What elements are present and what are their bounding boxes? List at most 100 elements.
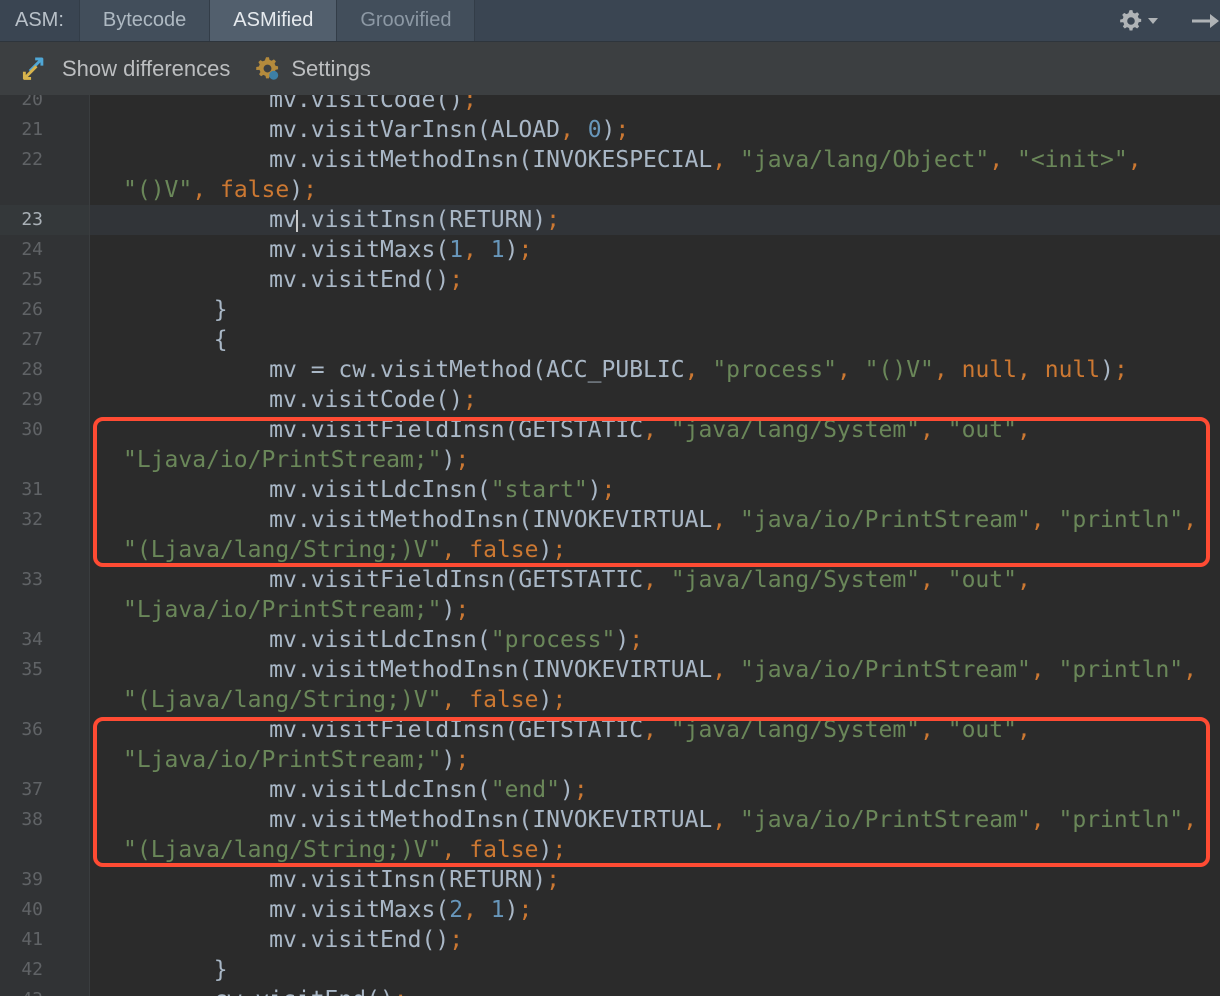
code-row: "Ljava/io/PrintStream;"); [0, 595, 1220, 625]
code-row: 30 mv.visitFieldInsn(GETSTATIC, "java/la… [0, 415, 1220, 445]
tool-window-header: ASM: BytecodeASMifiedGroovified [0, 0, 1220, 42]
code-row: "()V", false); [0, 175, 1220, 205]
line-number: 34 [0, 625, 90, 655]
code-line[interactable]: } [90, 955, 1220, 985]
code-row: 21 mv.visitVarInsn(ALOAD, 0); [0, 115, 1220, 145]
code-line[interactable]: mv.visitFieldInsn(GETSTATIC, "java/lang/… [90, 415, 1220, 445]
code-row: 32 mv.visitMethodInsn(INVOKEVIRTUAL, "ja… [0, 505, 1220, 535]
code-line[interactable]: mv.visitFieldInsn(GETSTATIC, "java/lang/… [90, 715, 1220, 745]
line-number [0, 175, 90, 205]
code-line[interactable]: mv.visitFieldInsn(GETSTATIC, "java/lang/… [90, 565, 1220, 595]
code-row: 31 mv.visitLdcInsn("start"); [0, 475, 1220, 505]
code-row: 23 mv.visitInsn(RETURN); [0, 205, 1220, 235]
line-number: 23 [0, 205, 90, 235]
code-line[interactable]: mv.visitLdcInsn("process"); [90, 625, 1220, 655]
line-number: 37 [0, 775, 90, 805]
code-line[interactable]: mv.visitLdcInsn("start"); [90, 475, 1220, 505]
code-line[interactable]: mv = cw.visitMethod(ACC_PUBLIC, "process… [90, 355, 1220, 385]
code-line[interactable]: "Ljava/io/PrintStream;"); [90, 445, 1220, 475]
line-number: 35 [0, 655, 90, 685]
code-row: 43 cw.visitEnd(); [0, 985, 1220, 996]
code-line[interactable]: cw.visitEnd(); [90, 985, 1220, 996]
code-row: 38 mv.visitMethodInsn(INVOKEVIRTUAL, "ja… [0, 805, 1220, 835]
line-number: 31 [0, 475, 90, 505]
code-line[interactable]: mv.visitInsn(RETURN); [90, 865, 1220, 895]
code-line[interactable]: mv.visitMethodInsn(INVOKESPECIAL, "java/… [90, 145, 1220, 175]
code-line[interactable]: mv.visitMethodInsn(INVOKEVIRTUAL, "java/… [90, 805, 1220, 835]
line-number: 41 [0, 925, 90, 955]
diff-icon: ↗↙ [18, 54, 52, 84]
line-number [0, 745, 90, 775]
code-row: 24 mv.visitMaxs(1, 1); [0, 235, 1220, 265]
line-number [0, 835, 90, 865]
code-row: 34 mv.visitLdcInsn("process"); [0, 625, 1220, 655]
line-number: 40 [0, 895, 90, 925]
code-line[interactable]: mv.visitMethodInsn(INVOKEVIRTUAL, "java/… [90, 655, 1220, 685]
code-line[interactable]: mv.visitLdcInsn("end"); [90, 775, 1220, 805]
code-row: 39 mv.visitInsn(RETURN); [0, 865, 1220, 895]
code-row: "Ljava/io/PrintStream;"); [0, 745, 1220, 775]
code-row: 22 mv.visitMethodInsn(INVOKESPECIAL, "ja… [0, 145, 1220, 175]
code-line[interactable]: mv.visitMethodInsn(INVOKEVIRTUAL, "java/… [90, 505, 1220, 535]
code-line[interactable]: mv.visitVarInsn(ALOAD, 0); [90, 115, 1220, 145]
hide-panel-button[interactable] [1190, 8, 1220, 39]
show-differences-label: Show differences [62, 56, 230, 82]
line-number: 22 [0, 145, 90, 175]
code-line[interactable]: mv.visitEnd(); [90, 265, 1220, 295]
editor[interactable]: 20 mv.visitCode();21 mv.visitVarInsn(ALO… [0, 95, 1220, 996]
line-number: 26 [0, 295, 90, 325]
tool-window-title: ASM: [0, 0, 79, 41]
tab-groovified[interactable]: Groovified [336, 0, 475, 41]
code-row: 37 mv.visitLdcInsn("end"); [0, 775, 1220, 805]
code-line[interactable]: "(Ljava/lang/String;)V", false); [90, 685, 1220, 715]
code-line[interactable]: mv.visitMaxs(2, 1); [90, 895, 1220, 925]
code-line[interactable]: "Ljava/io/PrintStream;"); [90, 745, 1220, 775]
line-number: 30 [0, 415, 90, 445]
line-number [0, 685, 90, 715]
code-row: 25 mv.visitEnd(); [0, 265, 1220, 295]
code-line[interactable]: mv.visitMaxs(1, 1); [90, 235, 1220, 265]
code-line[interactable]: mv.visitCode(); [90, 385, 1220, 415]
code-line[interactable]: mv.visitCode(); [90, 95, 1220, 115]
settings-button[interactable]: Settings [254, 55, 371, 82]
code-row: 27 { [0, 325, 1220, 355]
chevron-down-icon [1148, 18, 1158, 24]
code-row: 20 mv.visitCode(); [0, 95, 1220, 115]
code-row: 28 mv = cw.visitMethod(ACC_PUBLIC, "proc… [0, 355, 1220, 385]
code-line[interactable]: "(Ljava/lang/String;)V", false); [90, 535, 1220, 565]
code-row: 42 } [0, 955, 1220, 985]
tab-bytecode[interactable]: Bytecode [79, 0, 209, 41]
line-number: 24 [0, 235, 90, 265]
gear-icon [1118, 8, 1144, 34]
line-number: 29 [0, 385, 90, 415]
show-differences-button[interactable]: ↗↙ Show differences [18, 54, 230, 84]
gear-button[interactable] [1118, 8, 1158, 34]
code-row: "(Ljava/lang/String;)V", false); [0, 535, 1220, 565]
code-row: 26 } [0, 295, 1220, 325]
line-number: 25 [0, 265, 90, 295]
code-rows: 20 mv.visitCode();21 mv.visitVarInsn(ALO… [0, 95, 1220, 996]
code-line[interactable]: "()V", false); [90, 175, 1220, 205]
line-number: 42 [0, 955, 90, 985]
code-row: 33 mv.visitFieldInsn(GETSTATIC, "java/la… [0, 565, 1220, 595]
code-row: "(Ljava/lang/String;)V", false); [0, 685, 1220, 715]
line-number: 21 [0, 115, 90, 145]
line-number: 38 [0, 805, 90, 835]
code-row: 35 mv.visitMethodInsn(INVOKEVIRTUAL, "ja… [0, 655, 1220, 685]
tab-asmified[interactable]: ASMified [209, 0, 336, 41]
line-number: 20 [0, 95, 90, 115]
line-number [0, 445, 90, 475]
line-number: 39 [0, 865, 90, 895]
code-line[interactable]: mv.visitInsn(RETURN); [90, 205, 1220, 235]
code-row: "(Ljava/lang/String;)V", false); [0, 835, 1220, 865]
code-line[interactable]: mv.visitEnd(); [90, 925, 1220, 955]
line-number: 33 [0, 565, 90, 595]
code-line[interactable]: "(Ljava/lang/String;)V", false); [90, 835, 1220, 865]
code-line[interactable]: { [90, 325, 1220, 355]
code-line[interactable]: "Ljava/io/PrintStream;"); [90, 595, 1220, 625]
line-number: 27 [0, 325, 90, 355]
settings-label: Settings [291, 56, 371, 82]
code-row: 40 mv.visitMaxs(2, 1); [0, 895, 1220, 925]
code-line[interactable]: } [90, 295, 1220, 325]
code-row: 29 mv.visitCode(); [0, 385, 1220, 415]
